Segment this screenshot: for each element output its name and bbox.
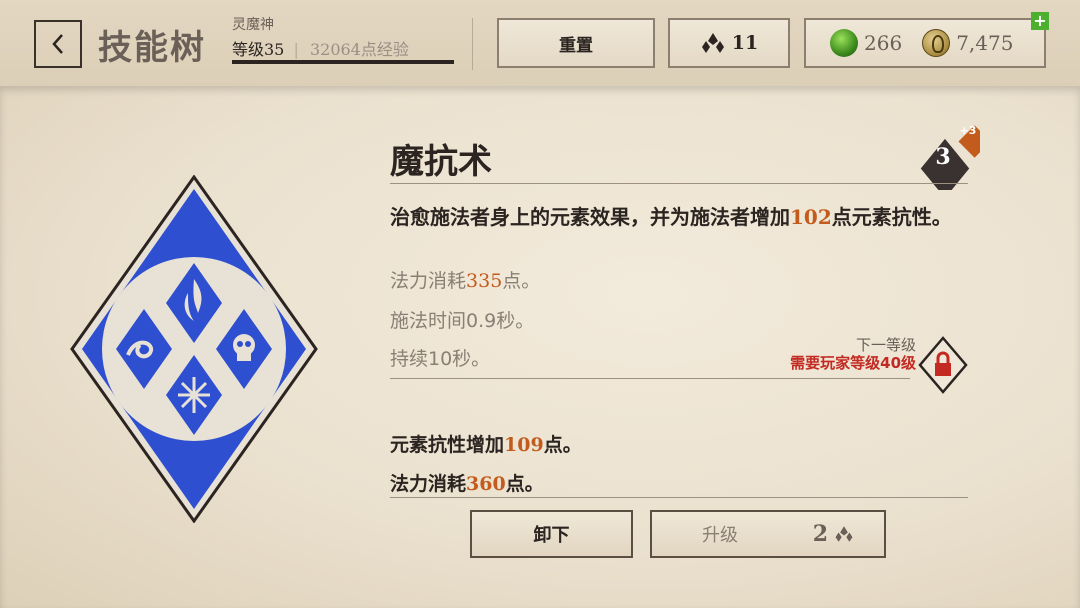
- skill-description: 治愈施法者身上的元素效果，并为施法者增加102点元素抗性。: [390, 200, 970, 234]
- skill-point-icon: [701, 33, 724, 53]
- level-text: 等级35: [232, 40, 285, 59]
- skill-points-value: 11: [731, 32, 759, 54]
- desc-text: 治愈施法者身上的元素效果，并为施法者增加: [390, 205, 790, 229]
- cast-time: 施法时间0.9秒。: [390, 310, 535, 332]
- desc-text-end: 点元素抗性。: [831, 205, 952, 229]
- xp-text: 32064点经验: [309, 40, 409, 59]
- skill-points-display[interactable]: 11: [668, 18, 790, 68]
- mana-suffix: 点。: [502, 270, 541, 292]
- resist-value: 109: [504, 434, 544, 456]
- next-mana-suffix: 点。: [505, 473, 544, 495]
- next-rank-info: 下一等级 需要玩家等级40级: [790, 336, 916, 372]
- divider-line: [390, 497, 968, 498]
- gold-value: 7,475: [956, 31, 1014, 55]
- upgrade-label: 升级: [702, 525, 738, 546]
- next-mana-cost: 法力消耗360点。: [390, 469, 544, 496]
- rank-bonus: +3: [959, 124, 977, 137]
- divider-line: [390, 378, 910, 379]
- header-divider: [472, 18, 473, 70]
- mana-label: 法力消耗: [390, 270, 467, 292]
- class-name: 灵魔神: [232, 17, 274, 33]
- skill-point-icon: [835, 526, 853, 542]
- next-mana-label: 法力消耗: [390, 473, 467, 495]
- level-requirement: 需要玩家等级40级: [790, 354, 916, 372]
- level-info: 等级35 | 32064点经验: [232, 36, 409, 60]
- gems-value: 266: [864, 31, 903, 55]
- back-icon: [52, 34, 63, 54]
- next-resist: 元素抗性增加109点。: [390, 430, 582, 457]
- upgrade-cost-value: 2: [812, 521, 828, 547]
- xp-bar: [232, 60, 454, 64]
- rank-value: 3: [935, 144, 951, 170]
- upgrade-button[interactable]: 升级 2: [650, 510, 886, 558]
- skill-emblem: [70, 175, 318, 523]
- page-title: 技能树: [98, 28, 206, 68]
- resist-suffix: 点。: [543, 434, 582, 456]
- divider: |: [293, 40, 299, 59]
- duration: 持续10秒。: [390, 348, 491, 370]
- desc-value: 102: [790, 205, 832, 229]
- upgrade-cost: 2: [813, 521, 854, 547]
- divider-line: [390, 183, 968, 184]
- back-button[interactable]: [34, 20, 82, 68]
- next-rank-label: 下一等级: [855, 336, 916, 354]
- gold-coin-icon: [922, 29, 951, 57]
- resist-label: 元素抗性增加: [390, 434, 505, 456]
- reset-button[interactable]: 重置: [497, 18, 655, 68]
- skill-name: 魔抗术: [390, 142, 492, 182]
- gem-icon: [830, 29, 858, 57]
- plus-icon[interactable]: +: [1031, 12, 1049, 30]
- mana-value: 335: [466, 270, 503, 292]
- lock-icon: [918, 336, 968, 394]
- currency-display[interactable]: 266 7,475: [804, 18, 1046, 68]
- mana-cost: 法力消耗335点。: [390, 266, 540, 293]
- unequip-button[interactable]: 卸下: [470, 510, 633, 558]
- next-mana-value: 360: [466, 473, 506, 495]
